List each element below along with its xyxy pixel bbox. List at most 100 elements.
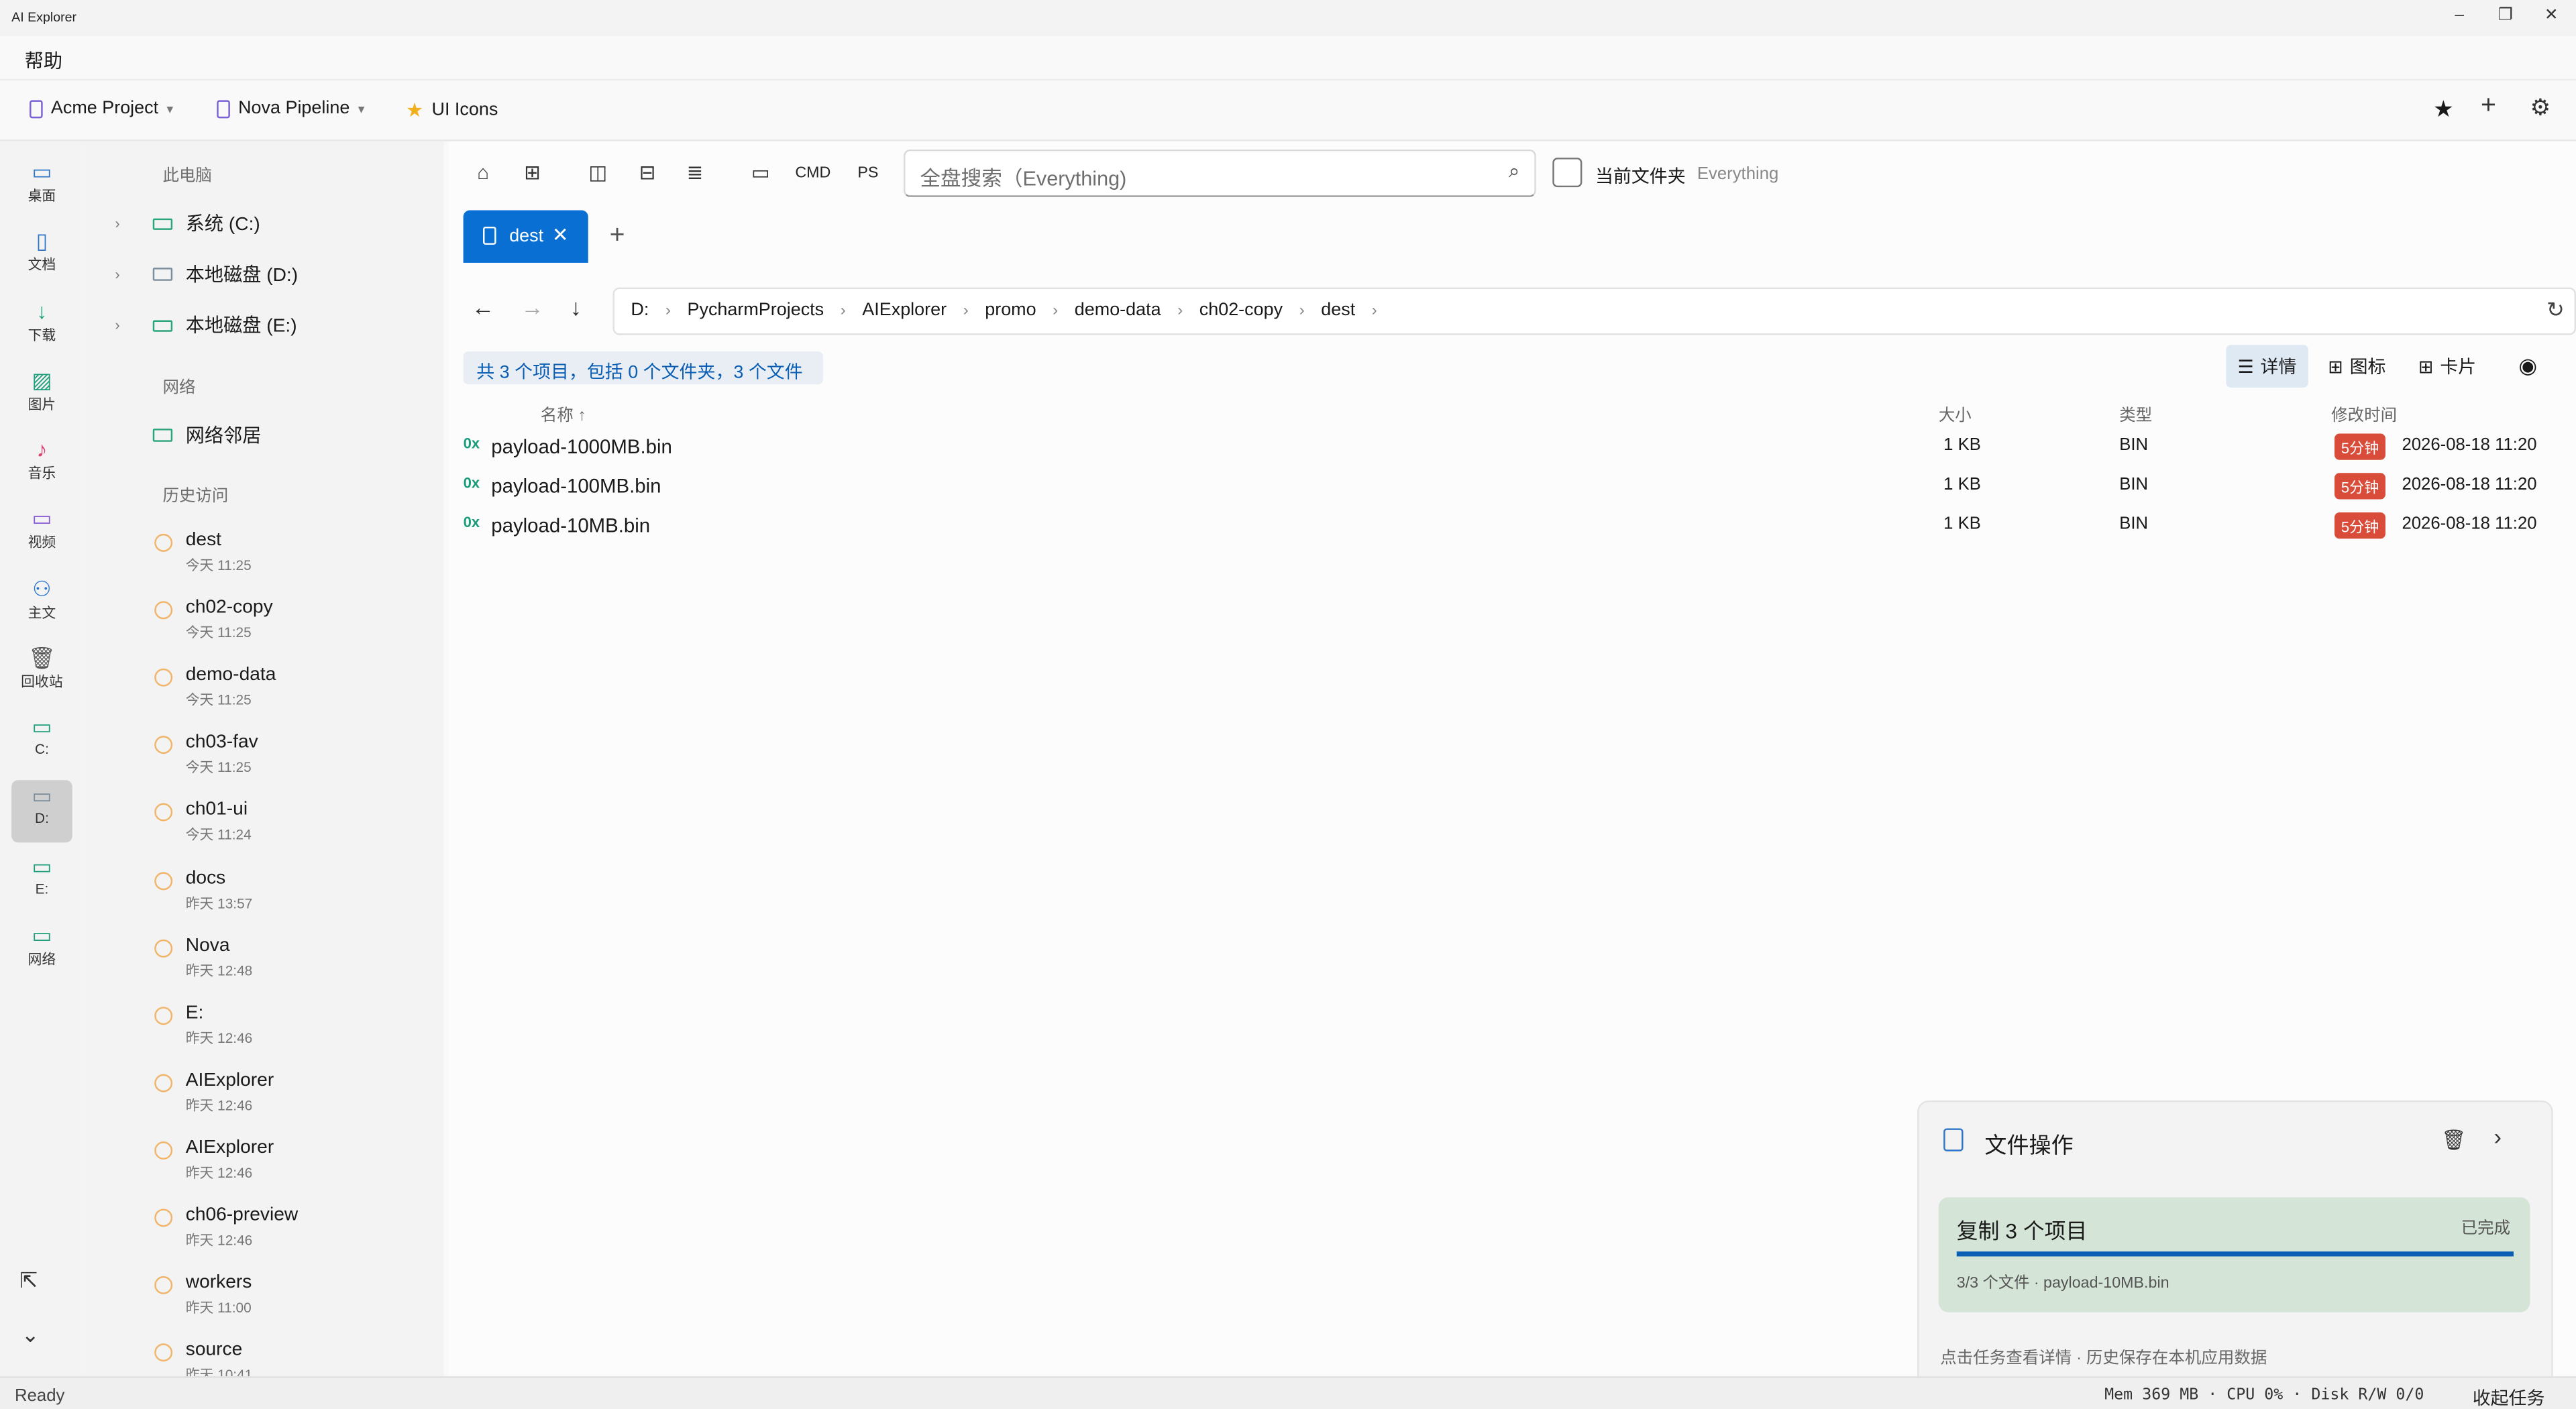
rail-home[interactable]: ⚇ 主文 bbox=[11, 573, 72, 636]
task-card[interactable]: 复制 3 个项目 已完成 3/3 个文件 · payload-10MB.bin bbox=[1938, 1197, 2530, 1312]
forward-arrow-icon[interactable]: → bbox=[521, 294, 543, 320]
network-header: 网络 bbox=[162, 379, 196, 398]
preview-eye-icon[interactable]: ◉ bbox=[2507, 345, 2548, 388]
address-bar[interactable]: D: › PycharmProjects › AIExplorer › promo › demo… bbox=[612, 287, 2576, 335]
column-name[interactable]: 名称 ↑ bbox=[541, 401, 586, 425]
split-vertical-icon[interactable]: ◫ bbox=[583, 161, 612, 184]
menu-bar: 帮助 bbox=[0, 36, 2576, 81]
breadcrumb-chevron-icon[interactable]: › bbox=[963, 301, 969, 319]
rail-desktop[interactable]: ▭ 桌面 bbox=[11, 156, 72, 219]
column-type[interactable]: 类型 bbox=[2119, 401, 2152, 425]
menu-help[interactable]: 帮助 bbox=[25, 48, 62, 74]
rail-recycle-bin[interactable]: 🗑 回收站 bbox=[11, 642, 72, 705]
breadcrumb-chevron-icon[interactable]: › bbox=[841, 301, 846, 319]
drive-c[interactable]: › 系统 (C:) bbox=[115, 210, 260, 236]
close-button[interactable]: ✕ bbox=[2540, 7, 2563, 25]
chevron-right-icon[interactable]: › bbox=[2494, 1123, 2502, 1149]
document-icon bbox=[217, 99, 230, 118]
current-folder-checkbox[interactable] bbox=[1552, 158, 1582, 188]
open-external-icon[interactable]: ⇱ bbox=[19, 1268, 38, 1294]
powershell-button[interactable]: PS bbox=[857, 164, 878, 182]
project-acme[interactable]: Acme Project ▾ bbox=[30, 99, 173, 118]
search-icon[interactable]: ⌕ bbox=[1509, 160, 1519, 184]
drive-d[interactable]: › 本地磁盘 (D:) bbox=[115, 261, 298, 287]
trash-icon[interactable]: 🗑 bbox=[2441, 1128, 2466, 1151]
current-folder-label: 当前文件夹 bbox=[1595, 167, 1686, 188]
chevron-right-icon[interactable]: › bbox=[115, 266, 152, 282]
collapse-tasks-button[interactable]: 收起任务 bbox=[2473, 1385, 2545, 1409]
view-details-button[interactable]: ☰ 详情 bbox=[2226, 345, 2308, 388]
rail-network[interactable]: ▭ 网络 bbox=[11, 919, 72, 982]
history-time: 今天 11:25 bbox=[185, 759, 252, 776]
status-ready: Ready bbox=[15, 1386, 65, 1406]
breadcrumb-chevron-icon[interactable]: › bbox=[1177, 301, 1183, 319]
rail-label: 主文 bbox=[28, 604, 56, 621]
network-neighborhood[interactable]: 网络邻居 bbox=[115, 422, 261, 448]
cmd-button[interactable]: CMD bbox=[795, 164, 830, 182]
drive-e[interactable]: › 本地磁盘 (E:) bbox=[115, 312, 297, 338]
recent-badge: 5分钟 bbox=[2334, 433, 2385, 460]
rail-drive-c[interactable]: ▭ C: bbox=[11, 711, 72, 773]
view-icons-button[interactable]: ⊞ 图标 bbox=[2316, 345, 2398, 388]
list-view-icon[interactable]: ≣ bbox=[680, 161, 710, 184]
home-icon[interactable]: ⌂ bbox=[468, 161, 498, 184]
column-modified[interactable]: 修改时间 bbox=[2331, 401, 2397, 425]
rail-drive-d[interactable]: ▭ D: bbox=[11, 780, 72, 843]
rail-videos[interactable]: ▭ 视频 bbox=[11, 502, 72, 565]
tab-dest[interactable]: dest ✕ bbox=[463, 210, 588, 263]
refresh-icon[interactable]: ↻ bbox=[2546, 297, 2565, 323]
music-icon: ♪ bbox=[36, 437, 48, 462]
breadcrumb-item[interactable]: PycharmProjects bbox=[688, 300, 824, 320]
back-arrow-icon[interactable]: ← bbox=[472, 294, 494, 320]
clock-icon bbox=[154, 1276, 173, 1295]
rail-documents[interactable]: ▯ 文档 bbox=[11, 225, 72, 288]
add-icon[interactable]: + bbox=[2481, 92, 2496, 121]
list-icon: ☰ bbox=[2237, 357, 2254, 378]
breadcrumb-item[interactable]: dest bbox=[1321, 300, 1355, 320]
minimize-button[interactable]: – bbox=[2448, 7, 2471, 25]
rail-label: 网络 bbox=[28, 950, 56, 968]
view-cards-button[interactable]: ⊞ 卡片 bbox=[2407, 345, 2488, 388]
user-icon: ⚇ bbox=[32, 576, 52, 602]
breadcrumb-item[interactable]: ch02-copy bbox=[1199, 300, 1283, 320]
breadcrumb-chevron-icon[interactable]: › bbox=[1299, 301, 1305, 319]
new-tab-button[interactable]: + bbox=[610, 222, 625, 251]
rail-pictures[interactable]: ▨ 图片 bbox=[11, 365, 72, 427]
breadcrumb-chevron-icon[interactable]: › bbox=[1053, 301, 1058, 319]
maximize-button[interactable]: ❐ bbox=[2494, 7, 2517, 25]
global-search[interactable]: 全盘搜索（Everything) ⌕ bbox=[903, 149, 1536, 197]
history-time: 今天 11:25 bbox=[185, 557, 252, 573]
settings-gear-icon[interactable]: ⚙ bbox=[2530, 94, 2551, 122]
rail-drive-e[interactable]: ▭ E: bbox=[11, 851, 72, 913]
breadcrumb-chevron-icon[interactable]: › bbox=[665, 301, 671, 319]
grid-view-icon[interactable]: ⊞ bbox=[517, 161, 547, 184]
project-nova[interactable]: Nova Pipeline ▾ bbox=[217, 99, 364, 118]
column-size[interactable]: 大小 bbox=[1939, 401, 1972, 425]
project-ui-icons[interactable]: ★ UI Icons bbox=[406, 99, 498, 121]
file-row[interactable]: 0x payload-100MB.bin 1 KB BIN 5分钟 2026-08-18 … bbox=[449, 468, 2576, 504]
project-bar: Acme Project ▾ Nova Pipeline ▾ ★ UI Icon… bbox=[0, 80, 2576, 142]
view-label: 卡片 bbox=[2440, 357, 2477, 378]
main-area: ⌂ ⊞ ◫ ⊟ ≣ ▭ CMD PS 全盘搜索（Everything) ⌕ 当前… bbox=[448, 141, 2576, 1380]
breadcrumb-item[interactable]: AIExplorer bbox=[862, 300, 947, 320]
file-row[interactable]: 0x payload-10MB.bin 1 KB BIN 5分钟 2026-08-18 1… bbox=[449, 508, 2576, 544]
binary-file-icon: 0x bbox=[463, 435, 480, 452]
split-horizontal-icon[interactable]: ⊟ bbox=[633, 161, 662, 184]
grid-icon: ⊞ bbox=[2328, 357, 2343, 378]
favorite-star-icon[interactable]: ★ bbox=[2433, 95, 2454, 123]
breadcrumb-item[interactable]: promo bbox=[985, 300, 1036, 320]
breadcrumb-item[interactable]: demo-data bbox=[1075, 300, 1161, 320]
breadcrumb-chevron-icon[interactable]: › bbox=[1372, 301, 1377, 319]
chevron-down-icon[interactable]: ⌄ bbox=[21, 1322, 40, 1348]
terminal-icon[interactable]: ▭ bbox=[746, 161, 775, 184]
breadcrumb-item[interactable]: D: bbox=[631, 300, 649, 320]
rail-music[interactable]: ♪ 音乐 bbox=[11, 434, 72, 496]
rail-label: 视频 bbox=[28, 533, 56, 551]
chevron-right-icon[interactable]: › bbox=[115, 317, 152, 333]
chevron-right-icon[interactable]: › bbox=[115, 215, 152, 231]
file-row[interactable]: 0x payload-1000MB.bin 1 KB BIN 5分钟 2026-08-18… bbox=[449, 429, 2576, 465]
rail-downloads[interactable]: ↓ 下载 bbox=[11, 296, 72, 358]
up-arrow-icon[interactable]: ↓ bbox=[570, 294, 582, 320]
close-tab-icon[interactable]: ✕ bbox=[552, 223, 569, 246]
search-input[interactable]: 全盘搜索（Everything) bbox=[920, 161, 1126, 192]
